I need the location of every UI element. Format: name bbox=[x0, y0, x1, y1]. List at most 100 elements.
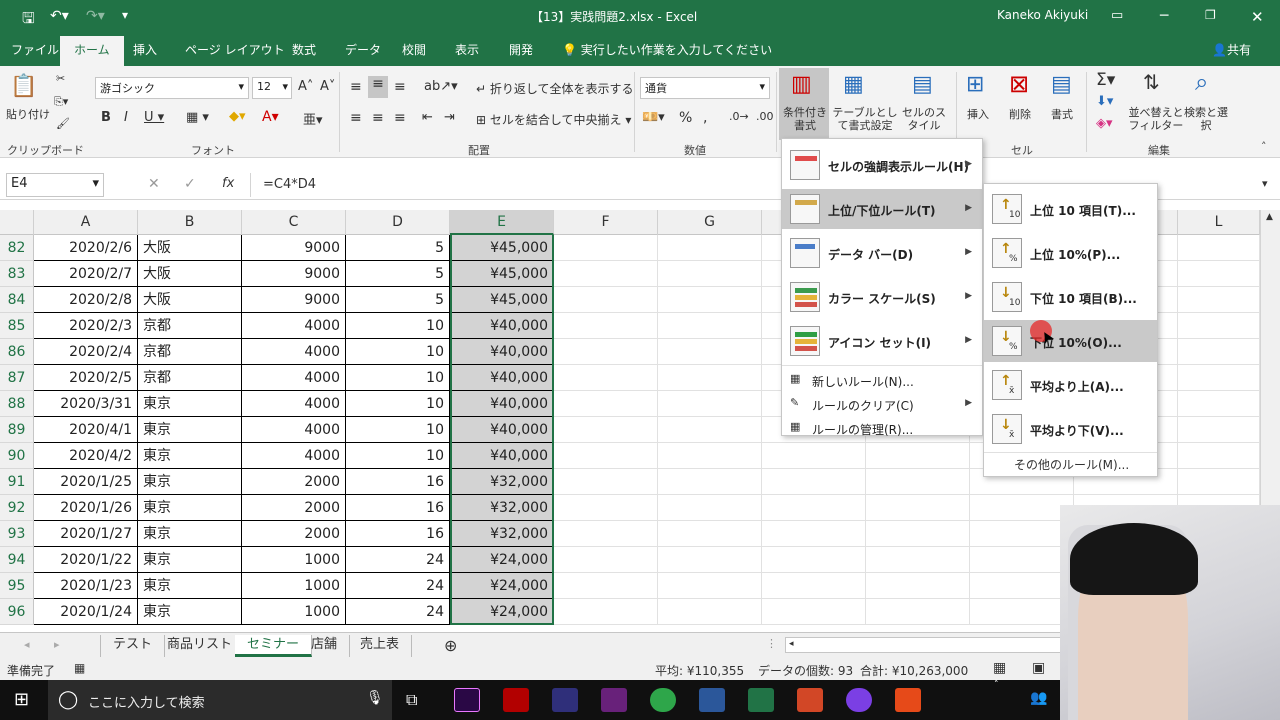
empty-cell[interactable] bbox=[554, 261, 658, 287]
app-icon[interactable] bbox=[846, 688, 872, 712]
cell-qty[interactable]: 10 bbox=[346, 417, 450, 443]
empty-cell[interactable] bbox=[1178, 339, 1260, 365]
sheet-tab-sales[interactable]: 売上表 bbox=[348, 635, 413, 657]
visual-studio-icon[interactable] bbox=[601, 688, 627, 712]
fill-color-icon[interactable]: ◆▾ bbox=[229, 109, 246, 124]
cell-style-icon[interactable]: ▤ bbox=[912, 72, 933, 97]
table-format-icon[interactable]: ▦ bbox=[843, 72, 864, 97]
empty-cell[interactable] bbox=[1178, 417, 1260, 443]
empty-cell[interactable] bbox=[1178, 365, 1260, 391]
empty-cell[interactable] bbox=[554, 339, 658, 365]
col-header-d[interactable]: D bbox=[346, 210, 450, 235]
tab-file[interactable]: ファイル bbox=[11, 41, 59, 58]
app-icon[interactable] bbox=[552, 688, 578, 712]
windows-start-icon[interactable]: ⊞ bbox=[14, 689, 29, 710]
status-average[interactable]: 平均: ¥110,355 bbox=[655, 662, 744, 679]
cancel-icon[interactable]: ✕ bbox=[148, 176, 160, 192]
paste-icon[interactable]: 📋 bbox=[10, 74, 37, 99]
empty-cell[interactable] bbox=[658, 339, 762, 365]
cell-amount[interactable]: ¥24,000 bbox=[450, 573, 554, 599]
minimize-icon[interactable]: ─ bbox=[1160, 8, 1168, 24]
page-layout-view-icon[interactable]: ▣ bbox=[1032, 660, 1045, 676]
empty-cell[interactable] bbox=[658, 521, 762, 547]
collapse-ribbon-icon[interactable]: ˄ bbox=[1261, 140, 1267, 153]
cell-price[interactable]: 4000 bbox=[242, 443, 346, 469]
cell-store[interactable]: 東京 bbox=[138, 417, 242, 443]
submenu-item-bottom-10-percent[interactable]: ↓% 下位 10%(O)... bbox=[984, 320, 1157, 362]
decrease-font-icon[interactable]: A˅ bbox=[320, 79, 335, 94]
cell-price[interactable]: 9000 bbox=[242, 235, 346, 261]
tab-split-handle[interactable]: ⋮ bbox=[766, 637, 777, 650]
cell-date[interactable]: 2020/2/5 bbox=[34, 365, 138, 391]
sheet-tab-stores[interactable]: 店舗 bbox=[299, 635, 351, 657]
select-all-corner[interactable] bbox=[0, 210, 34, 235]
cell-date[interactable]: 2020/2/8 bbox=[34, 287, 138, 313]
close-icon[interactable]: ✕ bbox=[1251, 8, 1264, 26]
row-header[interactable]: 85 bbox=[0, 313, 34, 339]
col-header-c[interactable]: C bbox=[242, 210, 346, 235]
cell-price[interactable]: 2000 bbox=[242, 495, 346, 521]
cell-amount[interactable]: ¥40,000 bbox=[450, 313, 554, 339]
phonetic-icon[interactable]: 亜▾ bbox=[303, 109, 323, 128]
col-header-e[interactable]: E bbox=[450, 210, 554, 235]
row-header[interactable]: 91 bbox=[0, 469, 34, 495]
cell-date[interactable]: 2020/2/3 bbox=[34, 313, 138, 339]
cf-menu-item-color-scales[interactable]: カラー スケール(S) ▶ bbox=[782, 277, 982, 317]
empty-cell[interactable] bbox=[658, 261, 762, 287]
cell-store[interactable]: 東京 bbox=[138, 469, 242, 495]
cell-date[interactable]: 2020/2/6 bbox=[34, 235, 138, 261]
col-header-g[interactable]: G bbox=[658, 210, 762, 235]
empty-cell[interactable] bbox=[866, 443, 970, 469]
cell-date[interactable]: 2020/2/7 bbox=[34, 261, 138, 287]
empty-cell[interactable] bbox=[658, 599, 762, 625]
empty-cell[interactable] bbox=[554, 573, 658, 599]
empty-cell[interactable] bbox=[554, 417, 658, 443]
orientation-icon[interactable]: ab↗▾ bbox=[424, 79, 458, 94]
empty-cell[interactable] bbox=[970, 573, 1074, 599]
prev-sheet-icon[interactable]: ◂ bbox=[24, 638, 30, 651]
row-header[interactable]: 83 bbox=[0, 261, 34, 287]
restore-icon[interactable]: ❐ bbox=[1205, 8, 1216, 22]
sort-filter-button[interactable]: 並べ替えとフィルター bbox=[1128, 106, 1184, 132]
cell-date[interactable]: 2020/1/24 bbox=[34, 599, 138, 625]
empty-cell[interactable] bbox=[554, 235, 658, 261]
cell-amount[interactable]: ¥40,000 bbox=[450, 443, 554, 469]
empty-cell[interactable] bbox=[762, 495, 866, 521]
empty-cell[interactable] bbox=[554, 287, 658, 313]
row-header[interactable]: 87 bbox=[0, 365, 34, 391]
cell-date[interactable]: 2020/1/27 bbox=[34, 521, 138, 547]
conditional-format-button[interactable]: ▥ 条件付き書式 bbox=[779, 68, 829, 140]
tab-page-layout[interactable]: ページ レイアウト bbox=[185, 41, 285, 58]
empty-cell[interactable] bbox=[658, 573, 762, 599]
customize-qat-icon[interactable]: ▾ bbox=[122, 8, 128, 22]
row-header[interactable]: 86 bbox=[0, 339, 34, 365]
cell-amount[interactable]: ¥24,000 bbox=[450, 599, 554, 625]
empty-cell[interactable] bbox=[970, 495, 1074, 521]
cell-store[interactable]: 東京 bbox=[138, 521, 242, 547]
empty-cell[interactable] bbox=[1178, 261, 1260, 287]
empty-cell[interactable] bbox=[1178, 313, 1260, 339]
ribbon-display-icon[interactable]: ▭ bbox=[1111, 8, 1123, 23]
empty-cell[interactable] bbox=[1178, 287, 1260, 313]
cf-menu-item-manage-rules[interactable]: ▦ ルールの管理(R)... bbox=[782, 417, 982, 439]
expand-formula-icon[interactable]: ▾ bbox=[1262, 177, 1268, 190]
taskbar-search[interactable]: ◯ ここに入力して検索 🎙 bbox=[48, 680, 392, 720]
cell-qty[interactable]: 24 bbox=[346, 573, 450, 599]
row-header[interactable]: 89 bbox=[0, 417, 34, 443]
tab-view[interactable]: 表示 bbox=[455, 41, 479, 58]
cell-date[interactable]: 2020/4/2 bbox=[34, 443, 138, 469]
name-box[interactable]: E4 ▾ bbox=[6, 173, 104, 197]
format-cells-button[interactable]: 書式 bbox=[1051, 106, 1073, 122]
empty-cell[interactable] bbox=[762, 521, 866, 547]
cell-date[interactable]: 2020/1/26 bbox=[34, 495, 138, 521]
submenu-item-bottom-10-items[interactable]: ↓ 10 下位 10 項目(B)... bbox=[984, 276, 1157, 318]
row-header[interactable]: 93 bbox=[0, 521, 34, 547]
task-view-icon[interactable]: ⧉ bbox=[406, 690, 417, 710]
increase-indent-icon[interactable]: ⇥ bbox=[444, 110, 455, 125]
save-icon[interactable]: 🖫 bbox=[22, 8, 35, 33]
cell-qty[interactable]: 5 bbox=[346, 235, 450, 261]
empty-cell[interactable] bbox=[1178, 391, 1260, 417]
comma-icon[interactable]: , bbox=[703, 110, 707, 126]
cell-price[interactable]: 9000 bbox=[242, 261, 346, 287]
border-icon[interactable]: ▦ ▾ bbox=[186, 110, 209, 125]
